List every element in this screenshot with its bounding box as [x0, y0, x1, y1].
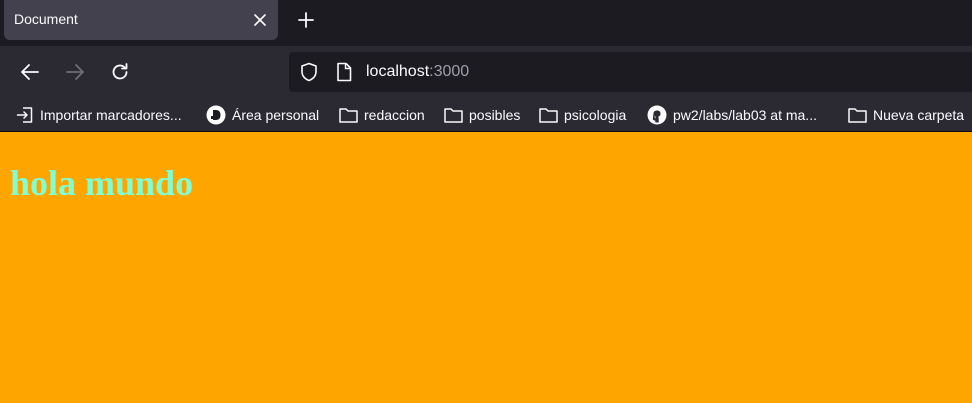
bookmarks-bar: Importar marcadores... Área personal red… [0, 98, 972, 132]
github-icon [647, 105, 667, 125]
bookmark-label: Nueva carpeta [873, 107, 965, 123]
tab-strip: Document [0, 0, 972, 46]
bookmark-label: Importar marcadores... [40, 107, 182, 123]
folder-icon [339, 108, 358, 123]
folder-icon [444, 108, 463, 123]
tab-document[interactable]: Document [4, 0, 278, 40]
bookmark-area-personal[interactable]: Área personal [206, 104, 319, 126]
bookmark-importar-marcadores[interactable]: Importar marcadores... [16, 104, 182, 126]
url-host: localhost [366, 63, 430, 80]
d-logo-icon [206, 105, 226, 125]
folder-icon [848, 108, 867, 123]
arrow-right-icon[interactable] [61, 58, 89, 86]
close-icon[interactable] [248, 8, 272, 32]
bookmark-label: pw2/labs/lab03 at ma... [673, 107, 817, 123]
bookmark-label: psicologia [564, 107, 627, 123]
browser-window: Document localhost:3000 Importar marcado… [0, 0, 972, 403]
arrow-left-icon[interactable] [16, 58, 44, 86]
bookmark-psicologia[interactable]: psicologia [539, 104, 626, 126]
bookmark-redaccion[interactable]: redaccion [339, 104, 425, 126]
bookmark-label: Área personal [232, 107, 320, 123]
page-content: hola mundo [0, 132, 972, 403]
page-heading: hola mundo [10, 163, 194, 203]
url-text[interactable]: localhost:3000 [366, 62, 469, 82]
bookmark-label: posibles [469, 107, 521, 123]
url-port: :3000 [429, 63, 470, 80]
bookmark-pw2-labs[interactable]: pw2/labs/lab03 at ma... [647, 104, 817, 126]
folder-icon [539, 108, 558, 123]
page-icon[interactable] [335, 62, 353, 82]
url-bar[interactable]: localhost:3000 [289, 52, 972, 92]
nav-bar: localhost:3000 [0, 46, 972, 98]
plus-icon[interactable] [292, 6, 320, 34]
bookmark-posibles[interactable]: posibles [444, 104, 520, 126]
import-icon [16, 107, 33, 123]
reload-icon[interactable] [106, 58, 134, 86]
bookmark-nueva-carpeta[interactable]: Nueva carpeta [848, 104, 964, 126]
shield-icon[interactable] [299, 62, 319, 82]
tab-title: Document [14, 11, 78, 27]
bookmark-label: redaccion [364, 107, 425, 123]
